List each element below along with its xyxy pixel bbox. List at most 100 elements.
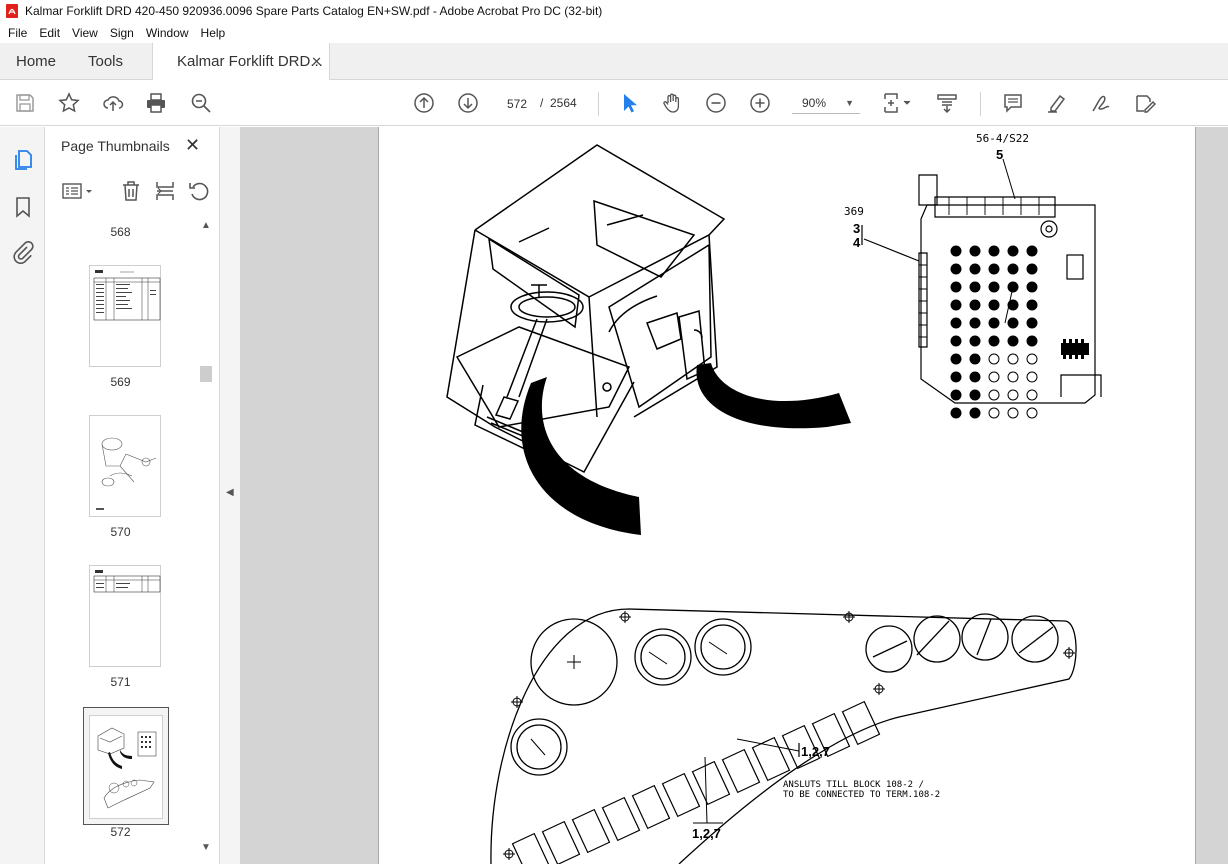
tab-bar: Home Tools Kalmar Forklift DRD... ✕	[0, 43, 1228, 80]
zoom-level-value: 90%	[802, 96, 827, 110]
thumbnail-toolbar	[45, 171, 220, 211]
dashboard-switch	[631, 784, 671, 830]
relay-socket	[1007, 317, 1019, 329]
save-icon[interactable]	[12, 90, 38, 116]
relay-socket	[988, 371, 1000, 383]
page-down-icon[interactable]	[455, 90, 481, 116]
relay-socket	[950, 335, 962, 347]
zoom-level-dropdown[interactable]: 90% ▼	[792, 92, 860, 114]
relay-socket	[950, 389, 962, 401]
zoom-in-icon[interactable]	[747, 90, 773, 116]
relay-socket	[988, 281, 1000, 293]
collapse-panel-icon[interactable]: ◀	[226, 487, 234, 498]
relay-socket	[1007, 245, 1019, 257]
relay-socket	[950, 317, 962, 329]
sign-icon[interactable]	[1088, 90, 1114, 116]
relay-socket	[1007, 389, 1019, 401]
hand-icon[interactable]	[659, 90, 685, 116]
relay-socket	[1026, 389, 1038, 401]
relay-socket	[950, 407, 962, 419]
relay-socket	[969, 281, 981, 293]
relay-socket	[1026, 299, 1038, 311]
relay-socket	[969, 299, 981, 311]
zoom-search-icon[interactable]	[188, 90, 214, 116]
pages-icon[interactable]	[11, 148, 35, 172]
zoom-out-icon[interactable]	[703, 90, 729, 116]
delete-page-icon[interactable]	[119, 179, 143, 203]
callout-label: 1,2,7	[692, 826, 721, 841]
dashboard-switch	[571, 808, 611, 854]
leader-line	[861, 225, 920, 262]
edit-pdf-icon[interactable]	[1132, 90, 1158, 116]
relay-socket	[1007, 353, 1019, 365]
page-up-icon[interactable]	[411, 90, 437, 116]
thumbnail-label: 572	[110, 825, 131, 839]
menu-edit[interactable]: Edit	[33, 26, 66, 40]
relay-socket	[988, 389, 1000, 401]
callout-label: 1,2,7	[801, 744, 830, 759]
menu-window[interactable]: Window	[140, 26, 195, 40]
parts-diagram: 56-4/S22 5 369 3 4 1,2,7 1,2,7 ANSLUTS T…	[446, 132, 1102, 864]
scroll-down-icon[interactable]: ▼	[201, 842, 211, 853]
main-toolbar: 572 / 2564 90% ▼	[0, 80, 1228, 126]
print-icon[interactable]	[143, 90, 169, 116]
panel-close-icon[interactable]: ✕	[185, 135, 200, 156]
relay-socket	[969, 335, 981, 347]
rotate-page-icon[interactable]	[187, 179, 211, 203]
menu-file[interactable]: File	[2, 26, 33, 40]
dashboard-switch	[841, 700, 881, 746]
leader-line	[693, 756, 723, 824]
select-arrow-icon[interactable]	[616, 90, 642, 116]
highlight-icon[interactable]	[1044, 90, 1070, 116]
thumbnail-page-569[interactable]	[89, 265, 161, 367]
relay-socket	[1026, 281, 1038, 293]
toolbar-divider	[598, 92, 599, 116]
connector-block	[1061, 339, 1089, 359]
thumbnail-panel: Page Thumbnails ✕ 568 569 570 571 572	[45, 127, 220, 864]
tab-close-icon[interactable]: ✕	[311, 54, 322, 70]
tab-tools[interactable]: Tools	[88, 43, 123, 80]
thumbnail-list: 568 569 570 571 572	[45, 217, 200, 857]
dashboard-markers	[503, 611, 1075, 860]
thumbnail-options-icon[interactable]	[61, 179, 95, 203]
page-number-input[interactable]: 572	[498, 92, 536, 114]
thumbnail-label: 568	[110, 225, 131, 239]
panel-splitter[interactable]: ◀	[220, 127, 240, 864]
relay-socket	[988, 353, 1000, 365]
upload-icon[interactable]	[100, 90, 126, 116]
relay-socket	[969, 317, 981, 329]
panel-title: Page Thumbnails	[61, 138, 170, 154]
scroll-up-icon[interactable]: ▲	[201, 220, 211, 231]
thumbnail-page-571[interactable]	[89, 565, 161, 667]
attachment-icon[interactable]	[11, 240, 35, 264]
scroll-mode-icon[interactable]	[934, 90, 960, 116]
relay-socket	[988, 317, 1000, 329]
scrollbar-thumb[interactable]	[200, 366, 212, 382]
thumbnail-page-570[interactable]	[89, 415, 161, 517]
dashboard-switch	[541, 820, 581, 864]
menu-view[interactable]: View	[66, 26, 104, 40]
cable-shape	[696, 363, 851, 429]
document-viewer[interactable]: 56-4/S22 5 369 3 4 1,2,7 1,2,7 ANSLUTS T…	[240, 127, 1228, 864]
bookmark-icon[interactable]	[11, 195, 35, 219]
menu-sign[interactable]: Sign	[104, 26, 140, 40]
relay-socket	[950, 371, 962, 383]
title-bar: Kalmar Forklift DRD 420-450 920936.0096 …	[0, 0, 1228, 22]
insert-page-icon[interactable]	[153, 179, 177, 203]
tab-document[interactable]: Kalmar Forklift DRD... ✕	[152, 43, 330, 80]
tab-home[interactable]: Home	[16, 43, 56, 80]
fit-page-icon[interactable]	[879, 90, 915, 116]
menu-help[interactable]: Help	[195, 26, 232, 40]
thumbnail-scrollbar[interactable]: ▲ ▼	[198, 218, 214, 858]
leader-line	[1002, 158, 1016, 200]
relay-socket	[969, 353, 981, 365]
dashboard-switch	[751, 736, 791, 782]
ref-item-side-a: 3	[853, 221, 860, 236]
relay-socket	[969, 263, 981, 275]
thumbnail-preview	[96, 437, 157, 510]
thumbnail-page-572[interactable]	[89, 715, 163, 819]
relay-socket	[950, 281, 962, 293]
cab-illustration	[446, 144, 726, 473]
comment-icon[interactable]	[1000, 90, 1026, 116]
bookmark-star-icon[interactable]	[56, 90, 82, 116]
